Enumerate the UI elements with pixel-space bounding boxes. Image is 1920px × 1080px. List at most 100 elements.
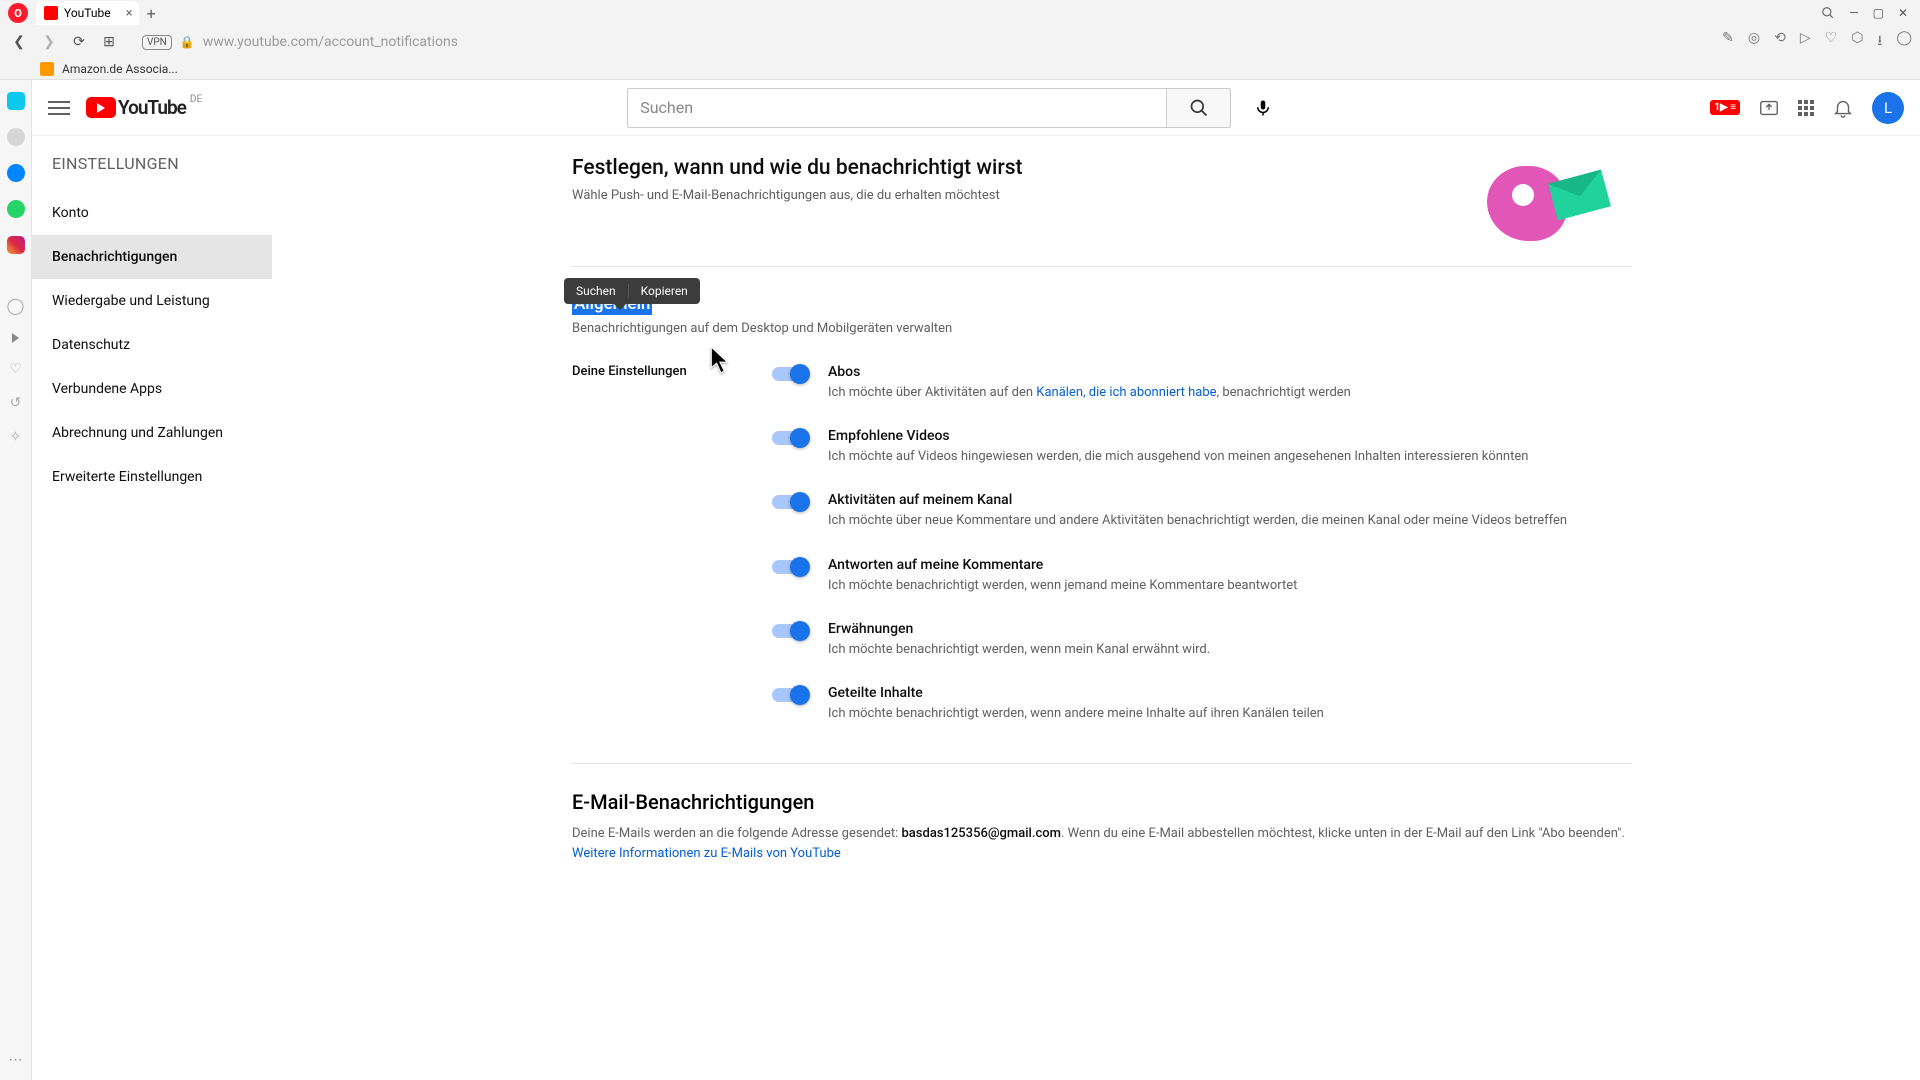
whatsapp-icon[interactable] — [7, 200, 25, 218]
workspace-icon[interactable] — [7, 92, 25, 110]
notification-illustration — [1482, 156, 1632, 246]
bulb-icon[interactable]: ✧ — [10, 429, 22, 445]
speed-dial-icon[interactable]: ⊞ — [98, 31, 120, 53]
reload-button[interactable]: ⟳ — [68, 31, 90, 53]
email-more-info-link[interactable]: Weitere Informationen zu E-Mails von You… — [572, 846, 841, 861]
page-subtitle: Wähle Push- und E-Mail-Benachrichtigunge… — [572, 188, 1023, 203]
toggle-empfohlen[interactable] — [772, 431, 808, 445]
browser-chrome: O YouTube × + — ▢ ✕ ❮ ❯ ⟳ ⊞ VPN 🔒 www.yo… — [0, 0, 1920, 80]
toggle-desc: Ich möchte benachrichtigt werden, wenn j… — [828, 577, 1297, 595]
address-bar-row: ❮ ❯ ⟳ ⊞ VPN 🔒 www.youtube.com/account_no… — [0, 26, 1920, 58]
maximize-button[interactable]: ▢ — [1873, 6, 1884, 20]
download-icon[interactable]: ⭳ — [1877, 30, 1882, 54]
toggle-title: Antworten auf meine Kommentare — [828, 557, 1297, 573]
circle-icon[interactable]: ◯ — [7, 296, 25, 315]
toggle-row-empfohlen: Empfohlene Videos Ich möchte auf Videos … — [772, 428, 1632, 466]
history-icon[interactable]: ↺ — [10, 395, 22, 411]
sidebar-item-benachrichtigungen[interactable]: Benachrichtigungen — [32, 235, 272, 279]
upload-button[interactable] — [1758, 97, 1780, 119]
toggle-antworten[interactable] — [772, 560, 808, 574]
search-button[interactable] — [1167, 88, 1231, 128]
instagram-icon[interactable] — [7, 236, 25, 254]
apps-button[interactable] — [1798, 100, 1814, 116]
bookmark-amazon[interactable]: Amazon.de Associa... — [62, 62, 178, 76]
general-settings-block: Deine Einstellungen Abos Ich möchte über… — [572, 364, 1632, 723]
main-content: Festlegen, wann und wie du benachrichtig… — [272, 136, 1920, 1080]
toggle-row-geteilte: Geteilte Inhalte Ich möchte benachrichti… — [772, 685, 1632, 723]
youtube-app: YouTube DE Suchen 1▶ ≡ — [32, 80, 1920, 1080]
apps-grid-icon — [1798, 100, 1814, 116]
window-controls: — ▢ ✕ — [1821, 6, 1908, 20]
toggle-desc: Ich möchte über neue Kommentare und ande… — [828, 512, 1567, 530]
subscribed-channels-link[interactable]: Kanälen, die ich abonniert habe — [1036, 385, 1216, 400]
youtube-header: YouTube DE Suchen 1▶ ≡ — [32, 80, 1920, 136]
toggle-aktivitaeten[interactable] — [772, 495, 808, 509]
toggle-abos[interactable] — [772, 367, 808, 381]
toggle-row-abos: Abos Ich möchte über Aktivitäten auf den… — [772, 364, 1632, 402]
toggle-title: Empfohlene Videos — [828, 428, 1528, 444]
sidebar-item-konto[interactable]: Konto — [32, 191, 272, 235]
toggle-desc: Ich möchte benachrichtigt werden, wenn m… — [828, 641, 1210, 659]
settings-sidebar-title: EINSTELLUNGEN — [32, 136, 272, 183]
url-text[interactable]: www.youtube.com/account_notifications — [203, 34, 1714, 50]
toggle-geteilte[interactable] — [772, 688, 808, 702]
more-sidebar-icon[interactable]: ⋯ — [9, 1052, 23, 1068]
cube-icon[interactable]: ⬡ — [1851, 30, 1863, 54]
placeholder-icon[interactable] — [7, 128, 25, 146]
toggle-desc: Ich möchte über Aktivitäten auf den Kanä… — [828, 384, 1351, 402]
new-tab-button[interactable]: + — [147, 4, 156, 23]
divider — [572, 763, 1632, 764]
settings-sidebar: EINSTELLUNGEN Konto Benachrichtigungen W… — [32, 136, 272, 1080]
toggle-title: Aktivitäten auf meinem Kanal — [828, 492, 1567, 508]
back-button[interactable]: ❮ — [8, 31, 30, 53]
opera-menu-button[interactable]: O — [8, 3, 28, 23]
heart-sidebar-icon[interactable]: ♡ — [9, 361, 22, 377]
browser-tab-active[interactable]: YouTube × — [36, 1, 139, 25]
sidebar-item-verbundene-apps[interactable]: Verbundene Apps — [32, 367, 272, 411]
sidebar-item-datenschutz[interactable]: Datenschutz — [32, 323, 272, 367]
selection-tooltip: Suchen Kopieren — [564, 278, 700, 304]
toggle-desc: Ich möchte auf Videos hingewiesen werden… — [828, 448, 1528, 466]
play-icon[interactable] — [12, 333, 19, 343]
camera-icon[interactable]: ◎ — [1748, 30, 1760, 54]
email-section-title: E-Mail-Benachrichtigungen — [572, 790, 1632, 814]
minimize-button[interactable]: — — [1849, 6, 1858, 20]
youtube-logo[interactable]: YouTube DE — [86, 96, 200, 119]
send-icon[interactable]: ▷ — [1800, 30, 1811, 54]
titlebar: O YouTube × + — ▢ ✕ — [0, 0, 1920, 26]
upload-icon — [1758, 97, 1780, 119]
tooltip-search-button[interactable]: Suchen — [564, 284, 629, 298]
tab-title: YouTube — [64, 6, 111, 20]
hamburger-menu-button[interactable] — [48, 101, 70, 115]
block-label: Deine Einstellungen — [572, 364, 702, 723]
account-avatar[interactable]: L — [1872, 92, 1904, 124]
section-sub-allgemein: Benachrichtigungen auf dem Desktop und M… — [572, 321, 1632, 336]
lock-icon[interactable]: 🔒 — [180, 35, 195, 49]
edit-icon[interactable]: ✎ — [1722, 30, 1734, 54]
divider — [572, 266, 1632, 267]
profile-icon[interactable]: ◯ — [1896, 30, 1912, 54]
search-input[interactable]: Suchen — [627, 88, 1167, 128]
country-code: DE — [190, 94, 202, 105]
amazon-favicon — [40, 62, 54, 76]
tooltip-copy-button[interactable]: Kopieren — [629, 284, 700, 298]
toggle-title: Erwähnungen — [828, 621, 1210, 637]
notifications-button[interactable] — [1832, 97, 1854, 119]
toggle-row-erwaehnungen: Erwähnungen Ich möchte benachrichtigt we… — [772, 621, 1632, 659]
sidebar-item-abrechnung[interactable]: Abrechnung und Zahlungen — [32, 411, 272, 455]
forward-button[interactable]: ❯ — [38, 31, 60, 53]
bookmarks-bar: Amazon.de Associa... — [0, 58, 1920, 80]
opera-sidebar: ◯ ♡ ↺ ✧ ⋯ — [0, 80, 32, 1080]
sidebar-item-erweitert[interactable]: Erweiterte Einstellungen — [32, 455, 272, 499]
heart-icon[interactable]: ♡ — [1825, 30, 1838, 54]
voice-search-button[interactable] — [1243, 88, 1283, 128]
sync-icon[interactable]: ⟲ — [1774, 30, 1786, 54]
toggle-erwaehnungen[interactable] — [772, 624, 808, 638]
search-icon[interactable] — [1821, 6, 1835, 20]
close-window-button[interactable]: ✕ — [1898, 6, 1908, 20]
sidebar-item-wiedergabe[interactable]: Wiedergabe und Leistung — [32, 279, 272, 323]
extension-badge[interactable]: 1▶ ≡ — [1710, 100, 1740, 115]
messenger-icon[interactable] — [7, 164, 25, 182]
close-tab-icon[interactable]: × — [126, 6, 133, 21]
vpn-badge[interactable]: VPN — [142, 35, 172, 50]
